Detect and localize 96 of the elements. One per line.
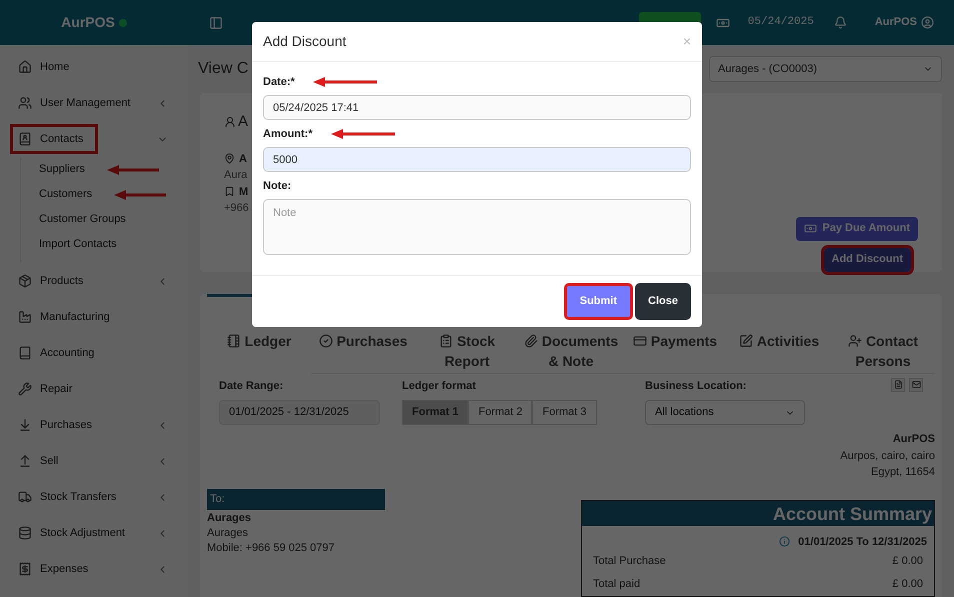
upload-icon — [18, 454, 32, 468]
box-icon — [18, 274, 32, 288]
paperclip-icon — [524, 334, 538, 348]
submenu-item[interactable]: Import Contacts — [39, 236, 117, 253]
pdf-button[interactable] — [891, 378, 905, 392]
annotation-arrow — [312, 77, 377, 87]
email-button[interactable] — [909, 378, 923, 392]
sidebar-item[interactable]: Home — [10, 52, 84, 82]
check-circle-icon — [318, 334, 333, 348]
map-pin-icon — [224, 153, 235, 164]
annotation-arrow — [106, 164, 159, 174]
tab[interactable]: Activities — [727, 294, 831, 374]
format-option[interactable]: Format 3 — [532, 400, 596, 425]
add-discount-button[interactable]: Add Discount — [824, 248, 911, 272]
summary-value: £ 0.00 — [892, 554, 923, 570]
sidebar-item[interactable]: Expenses — [10, 554, 104, 584]
field-label: Note: — [263, 178, 292, 194]
card-icon — [632, 334, 647, 348]
download-icon — [18, 418, 32, 432]
receipt-icon — [18, 562, 32, 576]
sidebar-item[interactable]: Repair — [10, 374, 88, 404]
summary-period: 01/01/2025 To 12/31/2025 — [798, 534, 927, 550]
users-icon — [18, 96, 32, 110]
sidebar-item[interactable]: Stock Adjustment — [10, 518, 140, 548]
sidebar-item[interactable]: Contacts — [10, 124, 98, 154]
sidebar-item[interactable]: Purchases — [10, 410, 107, 440]
sidebar-item[interactable]: Stock Transfers — [10, 482, 132, 512]
business-address: Egypt, 11654 — [870, 465, 935, 480]
field-label: Date:* — [263, 74, 295, 90]
input-field[interactable]: 5000 — [263, 147, 691, 172]
address-label: A — [239, 152, 247, 166]
book-icon — [18, 346, 32, 360]
summary-label: Total Purchase — [593, 554, 666, 570]
notification-icon[interactable] — [834, 16, 847, 29]
input-field[interactable]: 05/24/2025 17:41 — [263, 95, 691, 120]
submenu-item[interactable]: Customers — [39, 186, 92, 203]
ledger-icon — [226, 334, 241, 348]
format-option[interactable]: Format 2 — [468, 400, 532, 425]
to-header: To: — [207, 488, 385, 510]
contact-select[interactable]: Aurages - (CO0003) — [709, 56, 942, 82]
date-range-field[interactable]: 01/01/2025 - 12/31/2025 — [219, 400, 380, 425]
summary-title: Account Summary — [582, 500, 934, 526]
mail-icon — [912, 380, 920, 389]
sidebar-item[interactable]: Products — [10, 266, 98, 296]
sidebar-item[interactable]: User Management — [10, 88, 146, 118]
cash-icon — [804, 222, 818, 235]
business-address: Aurpos, cairo, cairo — [840, 448, 935, 464]
close-button[interactable]: × — [682, 31, 691, 52]
date-display: 05/24/2025 — [748, 15, 814, 30]
field-label: Amount:* — [263, 126, 312, 142]
database-icon — [18, 526, 32, 540]
submenu-item[interactable]: Suppliers — [39, 161, 85, 178]
sidebar-item[interactable]: Accounting — [10, 338, 110, 368]
user-icon — [224, 116, 236, 128]
sidebar-toggle-icon[interactable] — [209, 16, 223, 30]
submenu-item[interactable]: Customer Groups — [39, 211, 126, 228]
format-option[interactable]: Format 1 — [402, 400, 468, 425]
location-select[interactable]: All locations — [645, 400, 805, 425]
mobile-text: +966 — [224, 201, 249, 216]
customer-name: Aurages — [207, 510, 252, 526]
summary-label: Total paid — [593, 577, 640, 592]
bookmark-icon — [224, 186, 235, 198]
file-icon — [894, 380, 902, 389]
truck-icon — [18, 490, 32, 504]
field-label: Ledger format — [402, 378, 477, 394]
user-icon[interactable] — [921, 16, 934, 29]
contact-name: A — [238, 112, 248, 132]
brand-logo[interactable]: AurPOS — [61, 12, 115, 33]
field-label: Business Location: — [645, 378, 748, 394]
customer-detail: Aurages — [207, 526, 249, 541]
house-icon — [18, 60, 32, 74]
customer-detail: Mobile: +966 59 025 0797 — [207, 541, 336, 556]
tab[interactable]: Contact Persons — [831, 294, 935, 374]
annotation-arrow — [330, 129, 394, 139]
user-name[interactable]: AurPOS — [874, 14, 917, 31]
submit-button[interactable]: Submit — [564, 283, 634, 320]
annotation-arrow — [114, 190, 166, 200]
factory-icon — [18, 310, 32, 324]
summary-value: £ 0.00 — [892, 577, 923, 592]
contact-book-icon — [18, 132, 32, 146]
info-icon — [779, 536, 790, 548]
sidebar-item[interactable]: Sell — [10, 446, 74, 476]
note-field[interactable]: Note — [263, 199, 691, 255]
mobile-label: M — [239, 184, 248, 200]
wrench-icon — [18, 382, 32, 396]
pay-due-button[interactable]: Pay Due Amount — [796, 216, 918, 240]
business-name: AurPOS — [892, 432, 935, 447]
field-label: Date Range: — [219, 378, 284, 394]
edit-icon — [738, 334, 753, 348]
close-dialog-button[interactable]: Close — [635, 283, 691, 320]
user-plus-icon — [848, 334, 862, 348]
address-text: Aura — [224, 168, 248, 183]
page-title: View C — [198, 59, 248, 79]
sidebar-item[interactable]: Manufacturing — [10, 302, 125, 332]
dialog-title: Add Discount — [263, 32, 348, 51]
clipboard-icon — [438, 334, 453, 348]
